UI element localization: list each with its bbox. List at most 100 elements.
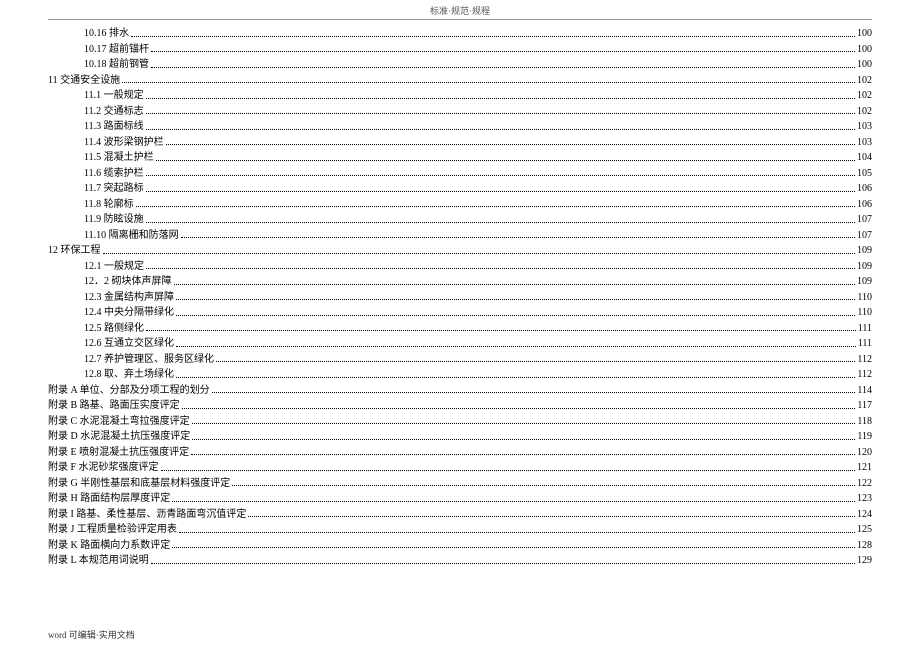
toc-page-number: 112 xyxy=(857,367,872,383)
toc-label: 11.9 防眩设施 xyxy=(84,212,144,228)
toc-entry: 附录 F 水泥砂浆强度评定 121 xyxy=(48,460,872,476)
toc-leader-dots xyxy=(146,129,855,130)
toc-entry: 附录 E 喷射混凝土抗压强度评定 120 xyxy=(48,445,872,461)
toc-leader-dots xyxy=(151,563,855,564)
toc-entry: 12.1 一般规定 109 xyxy=(48,259,872,275)
toc-label: 12.3 金属结构声屏障 xyxy=(84,290,174,306)
toc-entry: 10.18 超前钢管 100 xyxy=(48,57,872,73)
toc-page-number: 106 xyxy=(857,197,872,213)
toc-page-number: 129 xyxy=(857,553,872,569)
toc-page-number: 128 xyxy=(857,538,872,554)
toc-page-number: 105 xyxy=(857,166,872,182)
toc-leader-dots xyxy=(212,392,856,393)
toc-entry: 12.7 养护管理区、服务区绿化 112 xyxy=(48,352,872,368)
toc-entry: 附录 B 路基、路面压实度评定 117 xyxy=(48,398,872,414)
toc-leader-dots xyxy=(176,377,855,378)
page-footer: word 可编辑·实用文档 xyxy=(48,628,135,641)
header-text: 标准·规范·规程 xyxy=(430,6,490,16)
toc-entry: 12.3 金属结构声屏障 110 xyxy=(48,290,872,306)
toc-page-number: 119 xyxy=(857,429,872,445)
toc-leader-dots xyxy=(131,36,855,37)
toc-label: 11.6 缆索护栏 xyxy=(84,166,144,182)
toc-leader-dots xyxy=(136,206,855,207)
toc-entry: 12．2 砌块体声屏障 109 xyxy=(48,274,872,290)
toc-leader-dots xyxy=(151,67,855,68)
toc-leader-dots xyxy=(156,160,855,161)
toc-entry: 附录 I 路基、柔性基层、沥青路面弯沉值评定 124 xyxy=(48,507,872,523)
toc-entry: 11.5 混凝土护栏 104 xyxy=(48,150,872,166)
toc-label: 12.4 中央分隔带绿化 xyxy=(84,305,174,321)
toc-entry: 11.6 缆索护栏 105 xyxy=(48,166,872,182)
toc-page-number: 109 xyxy=(857,243,872,259)
toc-entry: 附录 G 半刚性基层和底基层材料强度评定 122 xyxy=(48,476,872,492)
toc-leader-dots xyxy=(179,532,855,533)
toc-label: 11 交通安全设施 xyxy=(48,73,120,89)
toc-label: 10.17 超前锚杆 xyxy=(84,42,149,58)
toc-leader-dots xyxy=(192,439,855,440)
toc-leader-dots xyxy=(103,253,856,254)
toc-label: 11.2 交通标志 xyxy=(84,104,144,120)
toc-leader-dots xyxy=(191,454,855,455)
toc-page-number: 109 xyxy=(857,274,872,290)
toc-leader-dots xyxy=(146,98,855,99)
toc-leader-dots xyxy=(172,547,855,548)
toc-page-number: 107 xyxy=(857,212,872,228)
toc-label: 11.4 波形梁钢护栏 xyxy=(84,135,164,151)
toc-label: 附录 L 本规范用词说明 xyxy=(48,553,149,569)
toc-page-number: 100 xyxy=(857,42,872,58)
toc-entry: 附录 A 单位、分部及分项工程的划分 114 xyxy=(48,383,872,399)
toc-entry: 11.7 突起路标 106 xyxy=(48,181,872,197)
toc-entry: 12.6 互通立交区绿化 111 xyxy=(48,336,872,352)
toc-leader-dots xyxy=(146,175,855,176)
toc-entry: 10.16 排水 100 xyxy=(48,26,872,42)
toc-entry: 11.3 路面标线 103 xyxy=(48,119,872,135)
toc-entry: 11 交通安全设施 102 xyxy=(48,73,872,89)
toc-label: 附录 I 路基、柔性基层、沥青路面弯沉值评定 xyxy=(48,507,246,523)
toc-page-number: 103 xyxy=(857,119,872,135)
toc-entry: 11.9 防眩设施 107 xyxy=(48,212,872,228)
toc-leader-dots xyxy=(176,346,856,347)
toc-leader-dots xyxy=(146,191,855,192)
toc-label: 附录 F 水泥砂浆强度评定 xyxy=(48,460,159,476)
toc-leader-dots xyxy=(161,470,855,471)
toc-page-number: 120 xyxy=(857,445,872,461)
toc-entry: 11.1 一般规定 102 xyxy=(48,88,872,104)
toc-page-number: 122 xyxy=(857,476,872,492)
toc-page-number: 102 xyxy=(857,73,872,89)
toc-leader-dots xyxy=(181,237,855,238)
toc-label: 附录 D 水泥混凝土抗压强度评定 xyxy=(48,429,190,445)
toc-label: 附录 A 单位、分部及分项工程的划分 xyxy=(48,383,210,399)
toc-page-number: 111 xyxy=(858,336,872,352)
toc-label: 10.16 排水 xyxy=(84,26,129,42)
toc-page-number: 102 xyxy=(857,88,872,104)
toc-label: 附录 C 水泥混凝土弯拉强度评定 xyxy=(48,414,190,430)
toc-label: 12.8 取、弃土场绿化 xyxy=(84,367,174,383)
toc-leader-dots xyxy=(182,408,856,409)
toc-label: 12.7 养护管理区、服务区绿化 xyxy=(84,352,214,368)
toc-page-number: 111 xyxy=(858,321,872,337)
toc-page-number: 102 xyxy=(857,104,872,120)
toc-leader-dots xyxy=(151,51,855,52)
footer-text: word 可编辑·实用文档 xyxy=(48,630,135,640)
toc-leader-dots xyxy=(216,361,855,362)
toc-entry: 附录 C 水泥混凝土弯拉强度评定 118 xyxy=(48,414,872,430)
toc-leader-dots xyxy=(176,315,855,316)
toc-page-number: 125 xyxy=(857,522,872,538)
toc-label: 11.8 轮廓标 xyxy=(84,197,134,213)
toc-entry: 12 环保工程 109 xyxy=(48,243,872,259)
toc-leader-dots xyxy=(146,330,856,331)
toc-entry: 12.8 取、弃土场绿化 112 xyxy=(48,367,872,383)
toc-entry: 附录 K 路面横向力系数评定 128 xyxy=(48,538,872,554)
toc-entry: 11.8 轮廓标 106 xyxy=(48,197,872,213)
toc-label: 附录 J 工程质量检验评定用表 xyxy=(48,522,177,538)
toc-entry: 10.17 超前锚杆 100 xyxy=(48,42,872,58)
toc-page-number: 110 xyxy=(857,305,872,321)
toc-page-number: 123 xyxy=(857,491,872,507)
page-header: 标准·规范·规程 xyxy=(48,0,872,20)
toc-leader-dots xyxy=(232,485,855,486)
toc-leader-dots xyxy=(248,516,855,517)
toc-page-number: 124 xyxy=(857,507,872,523)
toc-entry: 11.2 交通标志 102 xyxy=(48,104,872,120)
toc-label: 12 环保工程 xyxy=(48,243,101,259)
toc-page-number: 118 xyxy=(857,414,872,430)
